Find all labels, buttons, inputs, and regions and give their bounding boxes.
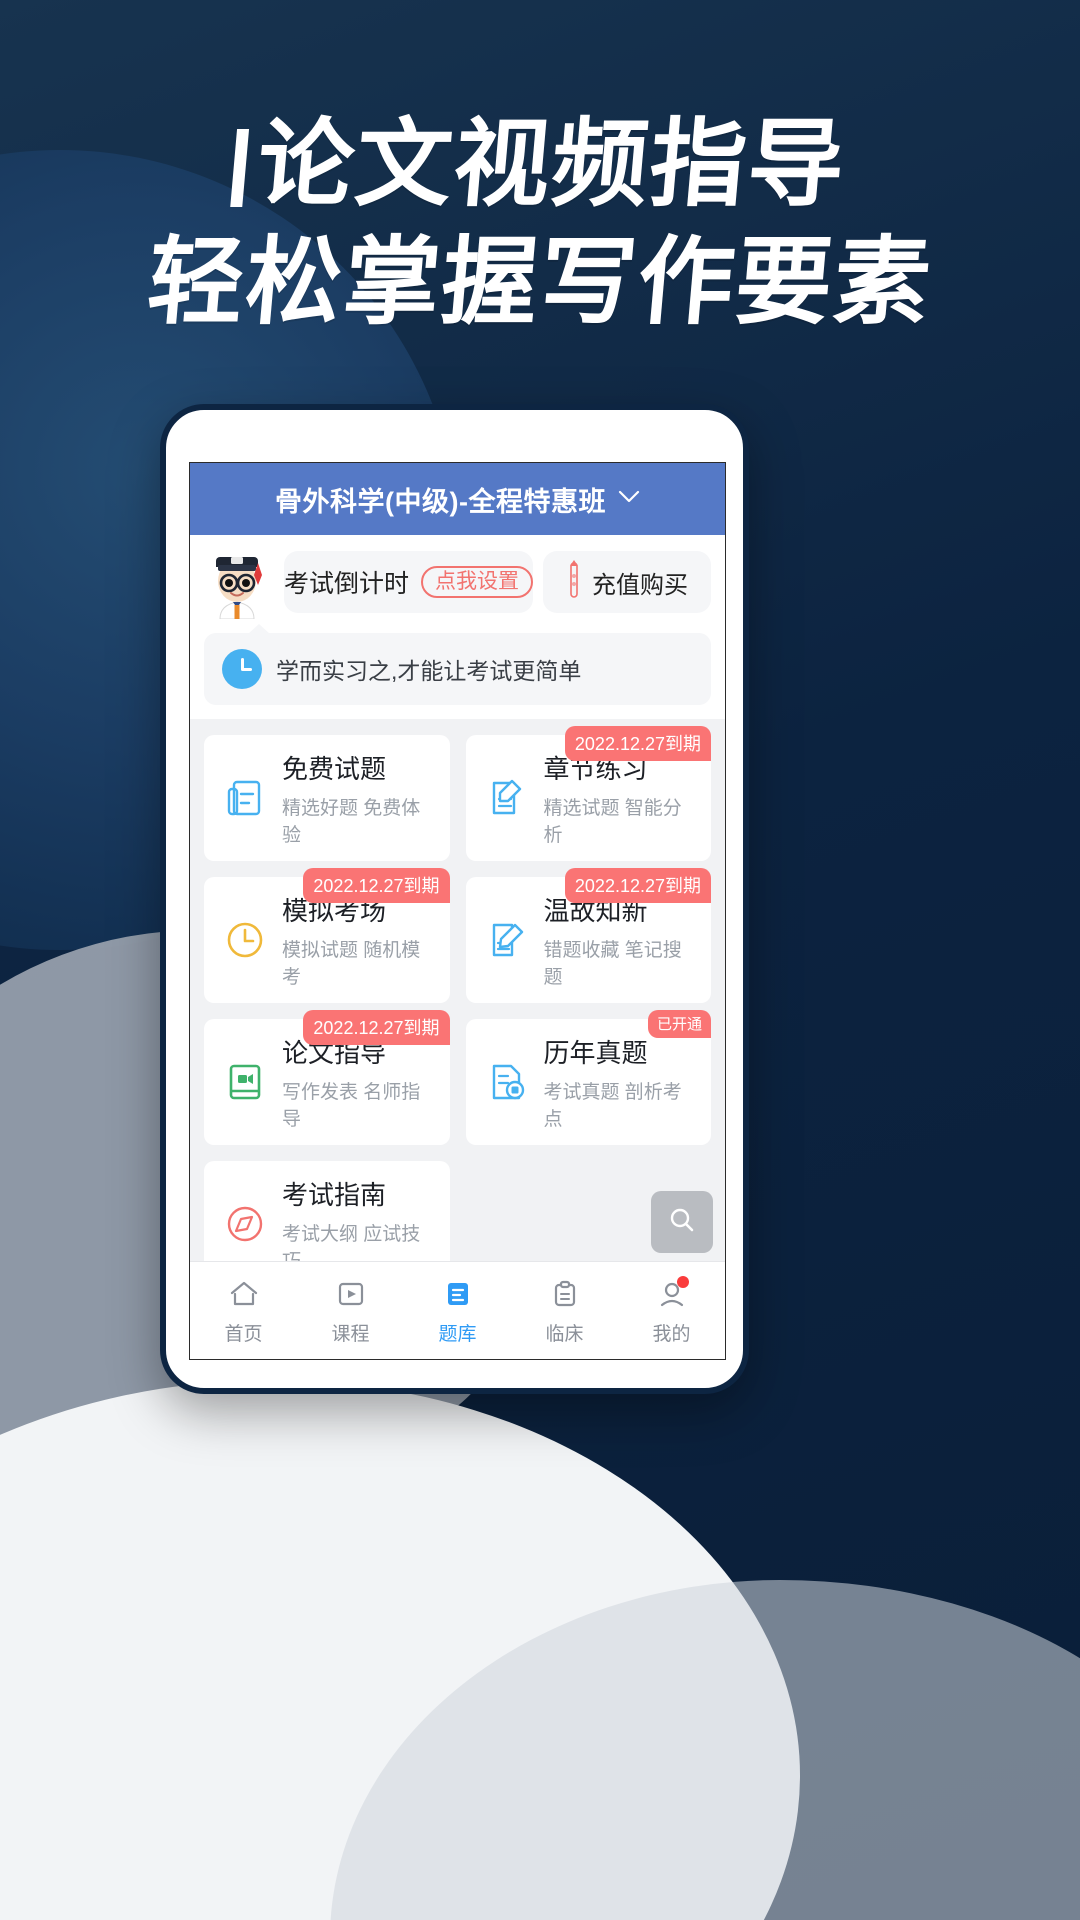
clipboard-icon <box>547 1276 583 1312</box>
compass-icon <box>222 1201 268 1247</box>
card-subtitle: 考试真题 剖析考点 <box>543 1082 682 1130</box>
feature-grid: 免费试题 精选好题 免费体验 2022.12.27到期 章节练习 精选试题 智能… <box>204 726 711 1261</box>
floating-search-button[interactable] <box>651 1191 713 1253</box>
card-texts: 模拟考场 模拟试题 随机模考 <box>282 891 438 989</box>
countdown-row: 考试倒计时 点我设置 充值购买 <box>190 535 725 633</box>
card-title: 考试指南 <box>282 1180 387 1210</box>
expiry-badge: 2022.12.27到期 <box>564 726 711 761</box>
tab-label: 题库 <box>438 1323 477 1345</box>
feature-card-thesis-guidance[interactable]: 2022.12.27到期 论文指导 写作发表 名师指导 <box>204 1010 450 1145</box>
headline-accent-bar <box>230 129 250 207</box>
card-title: 历年真题 <box>543 1038 648 1068</box>
card-texts: 免费试题 精选好题 免费体验 <box>282 749 438 847</box>
document-list-icon <box>222 775 268 821</box>
tab-home[interactable]: 首页 <box>190 1262 297 1359</box>
document-edit-icon <box>484 775 530 821</box>
headline-line-2: 轻松掌握写作要素 <box>143 226 937 338</box>
exam-countdown-button[interactable]: 考试倒计时 点我设置 <box>284 551 533 613</box>
play-box-icon <box>333 1276 369 1312</box>
avatar <box>200 545 274 620</box>
card-texts: 章节练习 精选试题 智能分析 <box>544 749 700 847</box>
notice-banner[interactable]: 学而实习之,才能让考试更简单 <box>204 624 711 705</box>
card-subtitle: 写作发表 名师指导 <box>282 1082 421 1130</box>
phone-mockup: 骨外科学(中级)-全程特惠班 考试倒计时 点我设置 充值购买 学而实习之,才能让… <box>160 404 749 1394</box>
set-countdown-tag[interactable]: 点我设置 <box>421 566 533 598</box>
chevron-down-icon[interactable] <box>618 484 640 510</box>
app-header[interactable]: 骨外科学(中级)-全程特惠班 <box>190 463 725 535</box>
note-pencil-icon <box>484 917 530 963</box>
feature-card-review[interactable]: 2022.12.27到期 温故知新 错题收藏 笔记搜题 <box>465 868 711 1003</box>
course-title: 骨外科学(中级)-全程特惠班 <box>275 486 606 517</box>
bottom-tab-bar: 首页 课程 题库 临床 我的 <box>190 1261 725 1359</box>
card-texts: 论文指导 写作发表 名师指导 <box>282 1033 438 1131</box>
tab-mine[interactable]: 我的 <box>618 1262 725 1359</box>
card-texts: 考试指南 考试大纲 应试技巧 <box>282 1175 438 1261</box>
card-subtitle: 错题收藏 笔记搜题 <box>543 940 682 988</box>
document-stamp-icon <box>484 1059 530 1105</box>
feature-card-exam-guide[interactable]: 考试指南 考试大纲 应试技巧 <box>204 1161 450 1261</box>
tab-question-bank[interactable]: 题库 <box>404 1262 511 1359</box>
expiry-badge: 2022.12.27到期 <box>303 1010 450 1045</box>
recharge-label: 充值购买 <box>592 571 688 599</box>
search-icon <box>667 1205 697 1240</box>
card-subtitle: 精选好题 免费体验 <box>282 798 421 846</box>
tab-label: 首页 <box>224 1323 263 1345</box>
feature-card-chapter-practice[interactable]: 2022.12.27到期 章节练习 精选试题 智能分析 <box>465 726 711 861</box>
tab-label: 临床 <box>545 1323 584 1345</box>
user-icon <box>654 1275 690 1312</box>
clock-outline-icon <box>222 917 268 963</box>
feature-card-free-questions[interactable]: 免费试题 精选好题 免费体验 <box>204 735 450 861</box>
feature-grid-area: 免费试题 精选好题 免费体验 2022.12.27到期 章节练习 精选试题 智能… <box>190 719 725 1261</box>
headline-line-1-text: 论文视频指导 <box>253 108 851 220</box>
notification-dot <box>676 1275 689 1288</box>
expiry-badge: 2022.12.27到期 <box>564 868 711 903</box>
home-icon <box>226 1276 262 1312</box>
card-title: 免费试题 <box>282 754 387 784</box>
card-texts: 温故知新 错题收藏 笔记搜题 <box>544 891 700 989</box>
headline-line-1: 论文视频指导 <box>0 105 1080 223</box>
card-subtitle: 精选试题 智能分析 <box>543 798 682 846</box>
video-book-icon <box>222 1059 268 1105</box>
tab-label: 我的 <box>652 1323 691 1345</box>
poster-headline: 论文视频指导 轻松掌握写作要素 <box>0 105 1080 341</box>
ticket-icon <box>566 559 582 605</box>
tab-clinical[interactable]: 临床 <box>511 1262 618 1359</box>
question-bank-icon <box>440 1276 476 1312</box>
status-badge: 已开通 <box>647 1010 711 1038</box>
app-screen: 骨外科学(中级)-全程特惠班 考试倒计时 点我设置 充值购买 学而实习之,才能让… <box>189 462 726 1360</box>
card-subtitle: 考试大纲 应试技巧 <box>282 1224 421 1261</box>
feature-card-past-papers[interactable]: 已开通 历年真题 考试真题 剖析考点 <box>465 1010 711 1145</box>
card-texts: 历年真题 考试真题 剖析考点 <box>544 1033 700 1131</box>
card-subtitle: 模拟试题 随机模考 <box>282 940 421 988</box>
notice-text: 学而实习之,才能让考试更简单 <box>276 658 582 684</box>
expiry-badge: 2022.12.27到期 <box>303 868 450 903</box>
countdown-label: 考试倒计时 <box>284 570 410 598</box>
recharge-purchase-button[interactable]: 充值购买 <box>543 551 711 613</box>
feature-card-mock-exam[interactable]: 2022.12.27到期 模拟考场 模拟试题 随机模考 <box>204 868 450 1003</box>
clock-icon <box>222 649 262 689</box>
tab-label: 课程 <box>331 1323 370 1345</box>
notice-wrapper: 学而实习之,才能让考试更简单 <box>190 624 725 719</box>
tab-courses[interactable]: 课程 <box>297 1262 404 1359</box>
